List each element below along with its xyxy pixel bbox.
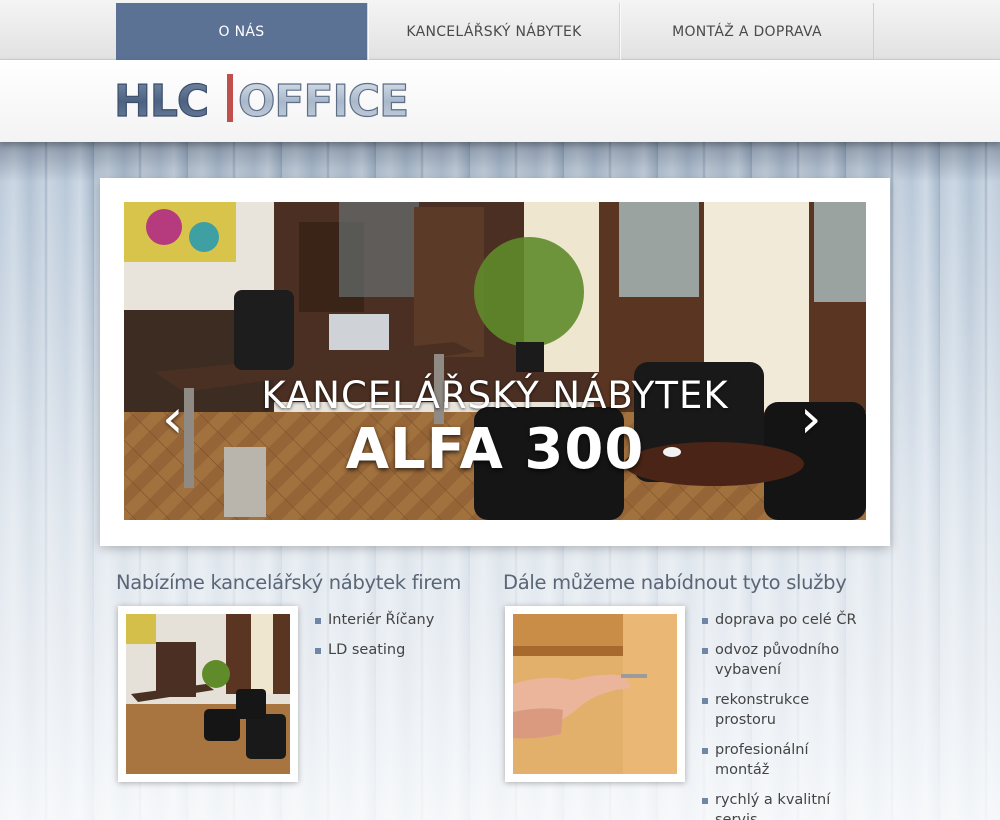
nav-item-o-nas[interactable]: O NÁS [116, 3, 368, 60]
slide-caption-title: KANCELÁŘSKÝ NÁBYTEK [261, 374, 729, 417]
nav-item-montaz-a-doprava[interactable]: MONTÁŽ A DOPRAVA [620, 3, 874, 60]
slide-caption-product: ALFA 300 [345, 417, 645, 482]
right-section-title: Dále můžeme nabídnout tyto služby [503, 571, 847, 594]
assembly-thumbnail-image [513, 614, 677, 774]
list-item[interactable]: doprava po celé ČR [702, 610, 862, 630]
list-item[interactable]: profesionální montáž [702, 740, 862, 780]
logo-graphic: HLC OFFICE [113, 74, 410, 128]
site-header: HLC OFFICE [0, 60, 1000, 142]
assembly-thumbnail[interactable] [505, 606, 685, 782]
top-navigation: O NÁS KANCELÁŘSKÝ NÁBYTEK MONTÁŽ A DOPRA… [0, 0, 1000, 60]
left-section-title: Nabízíme kancelářský nábytek firem [116, 571, 462, 594]
list-item[interactable]: odvoz původního vybavení [702, 640, 862, 680]
logo[interactable]: HLC OFFICE [113, 72, 438, 128]
logo-divider [227, 74, 233, 122]
list-item[interactable]: rekonstrukce prostoru [702, 690, 862, 730]
office-thumbnail-image [126, 614, 290, 774]
list-item[interactable]: rychlý a kvalitní servis [702, 790, 862, 820]
logo-text-left: HLC [114, 76, 208, 124]
right-bullet-list: doprava po celé ČR odvoz původního vybav… [702, 610, 862, 820]
logo-text-right: OFFICE [238, 76, 408, 124]
slide-image: KANCELÁŘSKÝ NÁBYTEK ALFA 300 ‹ › [124, 202, 866, 520]
list-item[interactable]: Interiér Říčany [315, 610, 475, 630]
hero-slider: KANCELÁŘSKÝ NÁBYTEK ALFA 300 ‹ › [100, 178, 890, 546]
list-item[interactable]: LD seating [315, 640, 475, 660]
left-bullet-list: Interiér Říčany LD seating [315, 610, 475, 670]
nav-item-kancelarsky-nabytek[interactable]: KANCELÁŘSKÝ NÁBYTEK [368, 3, 620, 60]
chevron-right-icon[interactable]: › [800, 392, 822, 446]
office-thumbnail[interactable] [118, 606, 298, 782]
chevron-left-icon[interactable]: ‹ [162, 392, 184, 446]
